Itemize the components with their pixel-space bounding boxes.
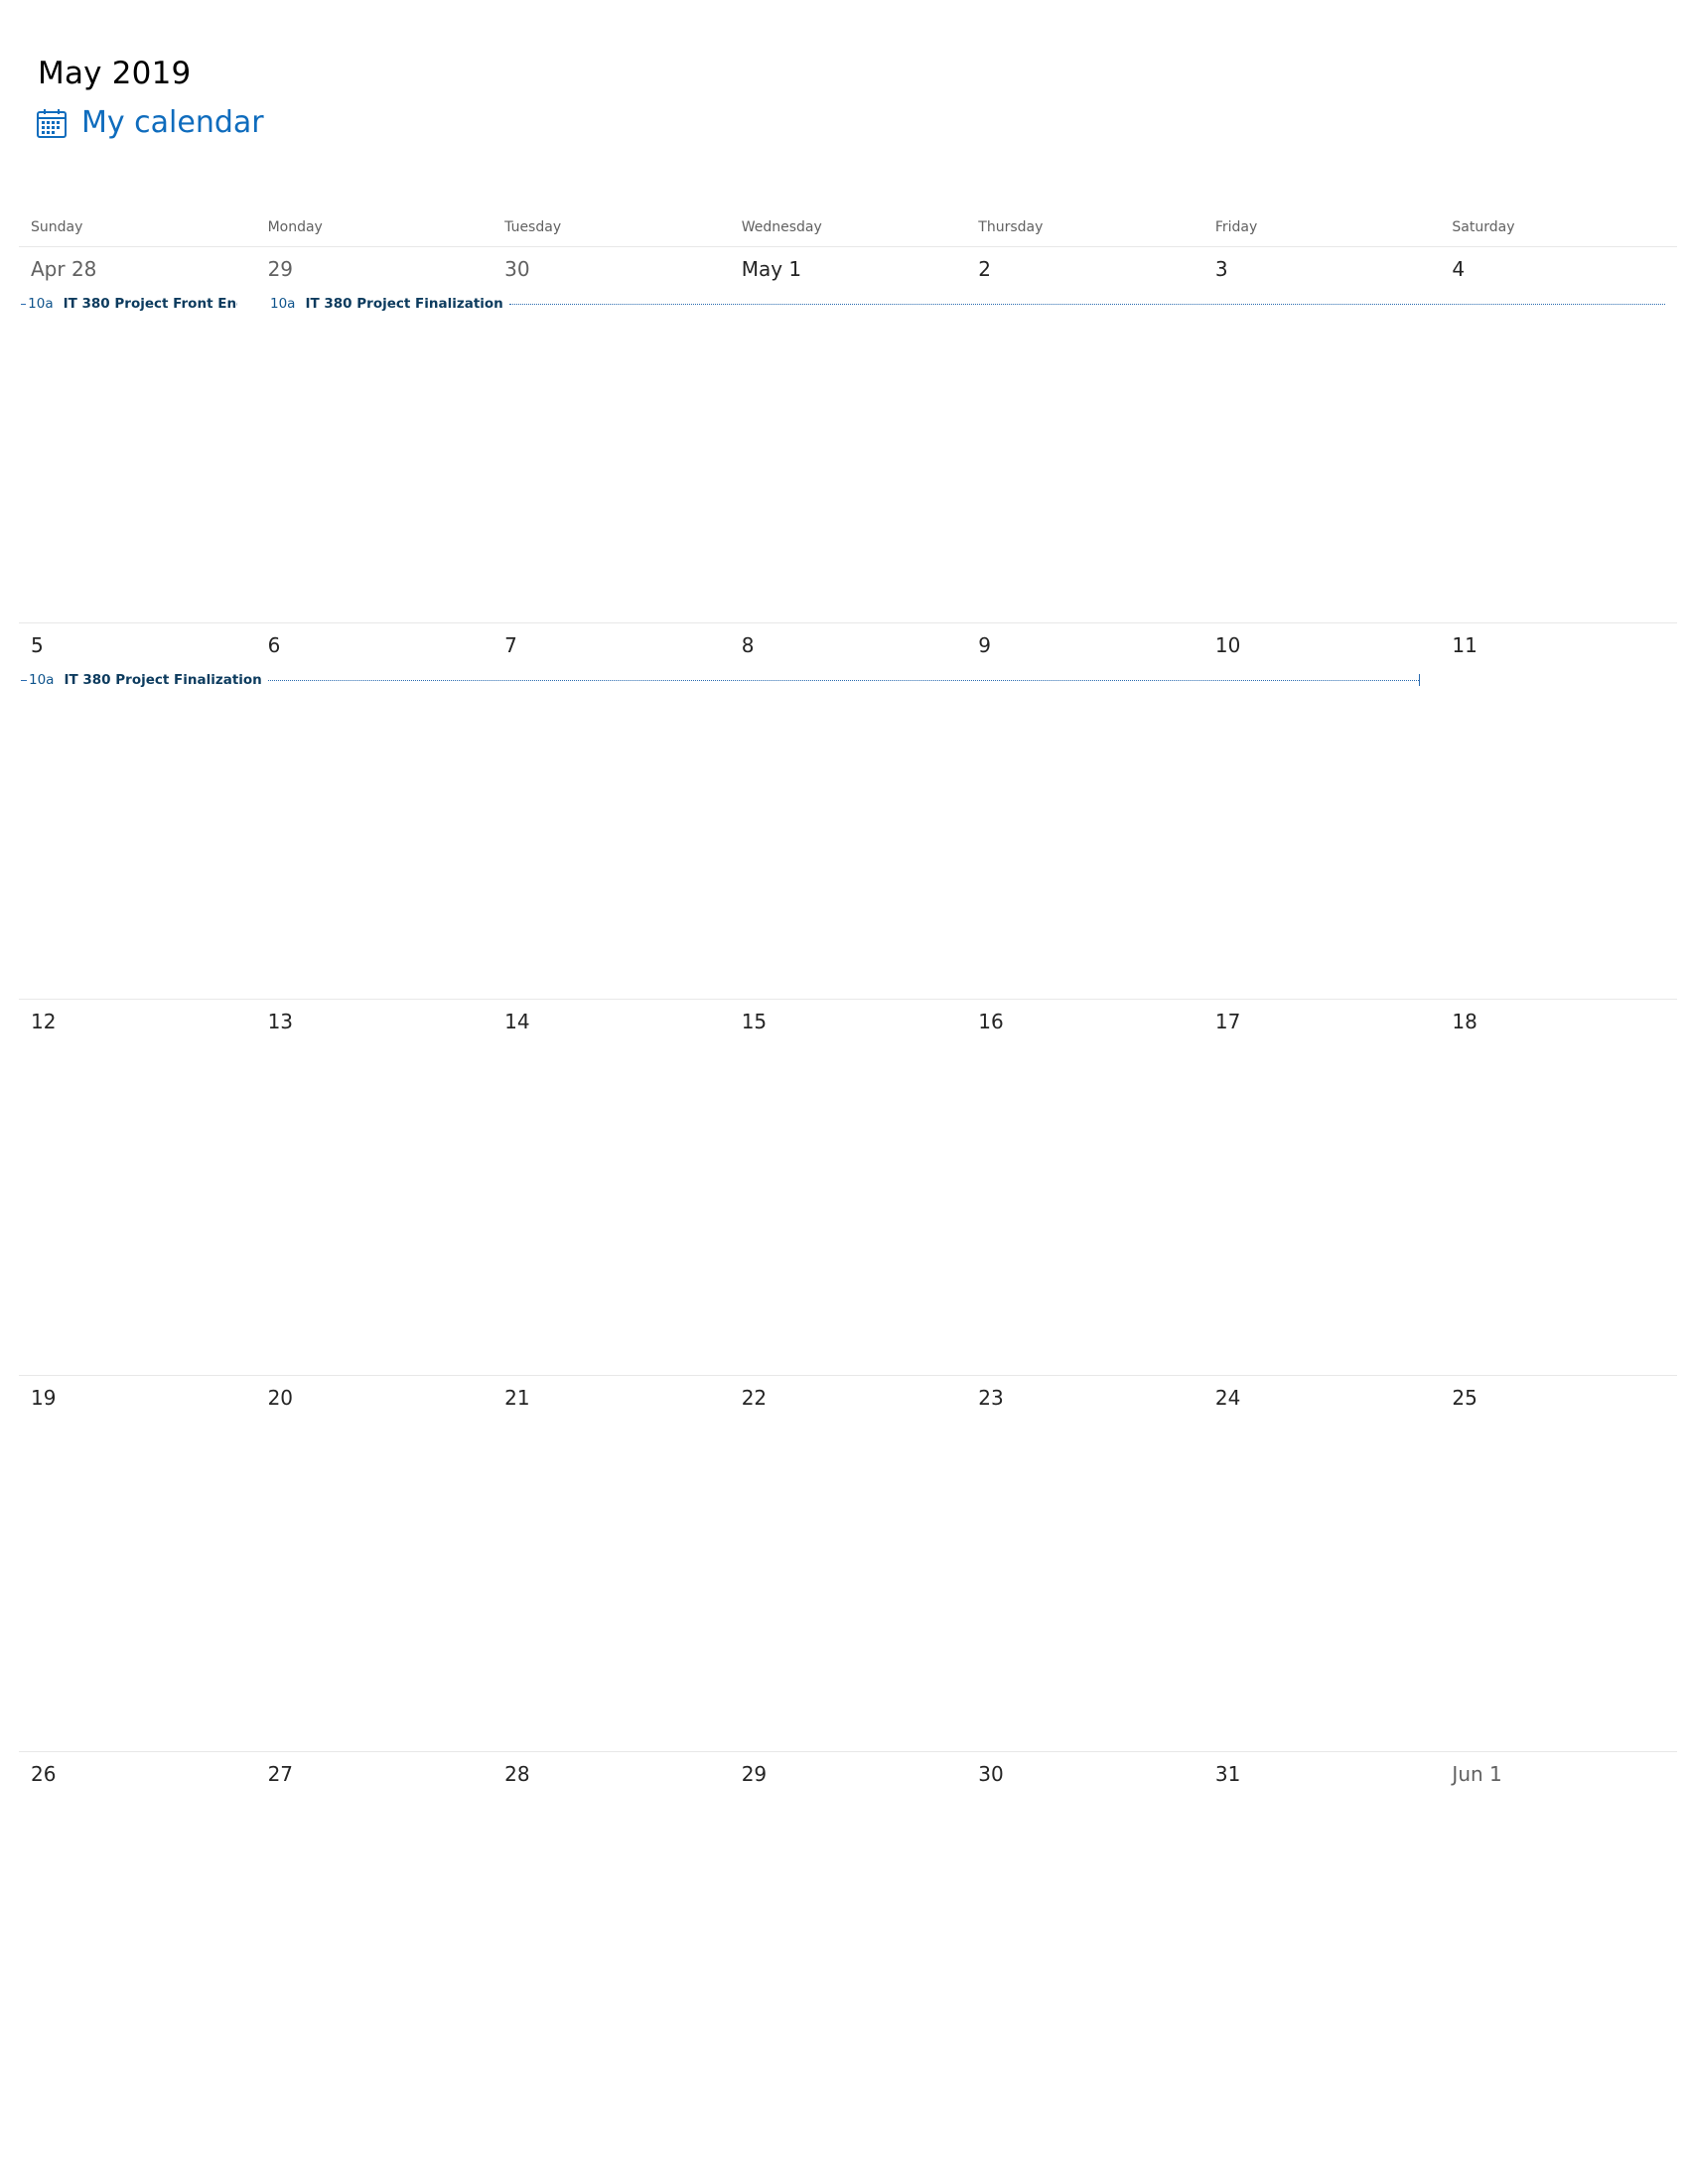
calendar-icon [37,108,67,138]
day-cell[interactable]: 19 [19,1376,256,1751]
month-grid: Sunday Monday Tuesday Wednesday Thursday… [19,208,1677,2127]
event-time: 10a [28,296,54,312]
day-number: 9 [978,633,992,657]
day-number: May 1 [741,257,802,281]
event-title: IT 380 Project Front End Gl [63,296,237,312]
month-title: May 2019 [38,56,192,91]
day-cell[interactable]: 16 [966,1000,1203,1375]
weekday-friday: Friday [1214,219,1258,235]
day-number: 6 [267,633,281,657]
weekday-saturday: Saturday [1452,219,1515,235]
day-number: 13 [267,1010,294,1033]
day-cell[interactable]: 29 [730,1752,967,2127]
day-cell[interactable]: 14 [492,1000,730,1375]
day-number: 11 [1452,633,1477,657]
day-number: 30 [504,257,530,281]
event-continuation-line [21,679,27,681]
day-cell[interactable]: 11 [1440,623,1677,999]
day-number: 10 [1214,633,1241,657]
event-continuation-line [21,303,27,305]
day-number: 24 [1214,1386,1241,1410]
day-number: 16 [978,1010,1004,1033]
day-cell[interactable]: 31 [1203,1752,1441,2127]
day-number: 28 [504,1762,530,1786]
event-title: IT 380 Project Finalization [305,296,503,312]
day-number: 7 [504,633,517,657]
weekday-monday: Monday [267,219,323,235]
week-row-1: Apr 28 29 30 May 1 2 3 4 10a IT 380 Proj… [19,247,1677,623]
day-number: Jun 1 [1452,1762,1502,1786]
day-cell[interactable]: 18 [1440,1000,1677,1375]
calendar-event[interactable]: 10a IT 380 Project Front End Gl [21,295,237,313]
event-time: 10a [29,672,55,688]
day-cell[interactable]: 15 [730,1000,967,1375]
day-number: 21 [504,1386,530,1410]
weekday-tuesday: Tuesday [504,219,562,235]
weekday-wednesday: Wednesday [741,219,822,235]
day-number: Apr 28 [31,257,97,281]
calendar-event[interactable]: 10a IT 380 Project Finalization [270,295,1665,313]
day-number: 30 [978,1762,1004,1786]
week-row-5: 26 27 28 29 30 31 Jun 1 [19,1752,1677,2127]
day-cell[interactable]: 20 [256,1376,493,1751]
day-number: 3 [1214,257,1228,281]
week-row-2: 5 6 7 8 9 10 11 10a IT 380 Project Final… [19,623,1677,1000]
event-span-line [508,303,1665,305]
day-cell[interactable]: 21 [492,1376,730,1751]
day-cell[interactable]: 27 [256,1752,493,2127]
calendar-event[interactable]: 10a IT 380 Project Finalization [21,671,1420,689]
weekday-header-row: Sunday Monday Tuesday Wednesday Thursday… [19,208,1677,247]
day-cell[interactable]: 26 [19,1752,256,2127]
event-title: IT 380 Project Finalization [64,672,262,688]
event-span-line [267,679,1419,681]
day-cell[interactable]: 28 [492,1752,730,2127]
calendar-name-row: My calendar [36,105,264,140]
day-cell[interactable]: 13 [256,1000,493,1375]
day-number: 22 [741,1386,768,1410]
week-row-3: 12 13 14 15 16 17 18 [19,1000,1677,1376]
day-number: 12 [31,1010,57,1033]
day-cell[interactable]: 23 [966,1376,1203,1751]
day-number: 20 [267,1386,294,1410]
calendar-print-page: May 2019 My calendar Sunday Monday Tuesd… [0,0,1688,2184]
day-number: 5 [31,633,44,657]
event-time: 10a [270,296,296,312]
day-number: 8 [741,633,755,657]
day-number: 23 [978,1386,1004,1410]
day-cell[interactable]: 24 [1203,1376,1441,1751]
day-number: 29 [741,1762,768,1786]
weekday-thursday: Thursday [978,219,1044,235]
day-cell[interactable]: 12 [19,1000,256,1375]
day-number: 15 [741,1010,768,1033]
day-cell[interactable]: 22 [730,1376,967,1751]
day-number: 31 [1214,1762,1241,1786]
weekday-sunday: Sunday [31,219,83,235]
day-cell[interactable]: 17 [1203,1000,1441,1375]
day-number: 25 [1452,1386,1477,1410]
day-number: 26 [31,1762,57,1786]
day-number: 27 [267,1762,294,1786]
day-number: 4 [1452,257,1466,281]
day-number: 19 [31,1386,57,1410]
day-number: 29 [267,257,294,281]
day-cell[interactable]: 30 [966,1752,1203,2127]
day-number: 2 [978,257,992,281]
week-row-4: 19 20 21 22 23 24 25 [19,1376,1677,1752]
day-number: 14 [504,1010,530,1033]
calendar-name[interactable]: My calendar [81,105,264,140]
day-cell[interactable]: Jun 1 [1440,1752,1677,2127]
event-end-marker [1419,674,1420,686]
day-cell[interactable]: 25 [1440,1376,1677,1751]
day-number: 17 [1214,1010,1241,1033]
day-number: 18 [1452,1010,1477,1033]
